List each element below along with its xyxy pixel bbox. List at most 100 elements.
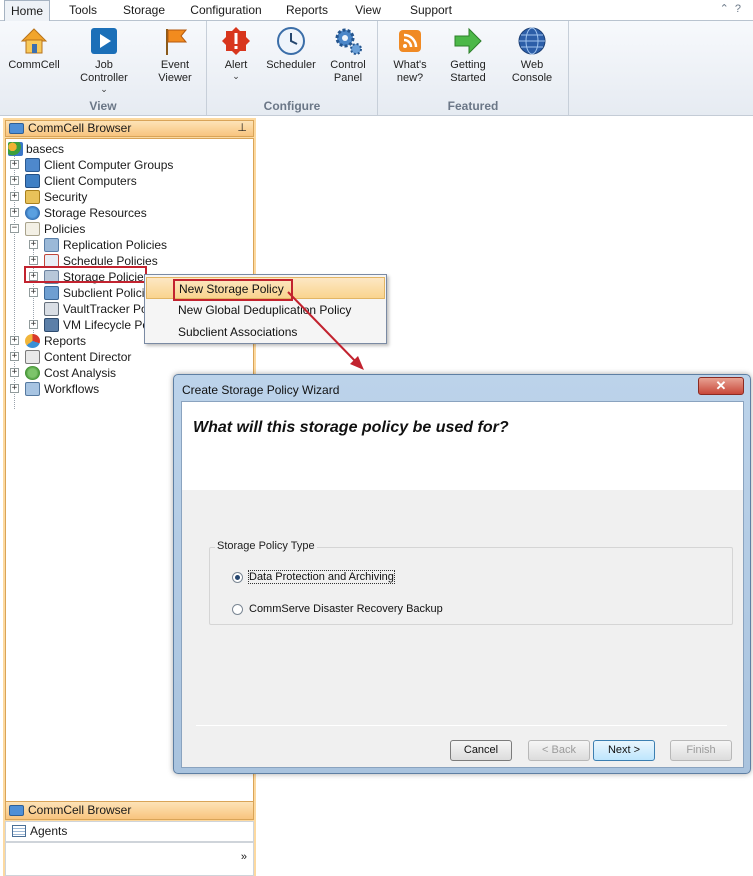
tab-tools[interactable]: Tools bbox=[60, 0, 106, 21]
expand-icon[interactable]: + bbox=[10, 384, 19, 393]
whats-new-button[interactable]: What's new? bbox=[382, 25, 438, 85]
subclient-icon bbox=[44, 286, 59, 300]
browser-icon bbox=[9, 805, 24, 816]
job-controller-label: Job Controller bbox=[80, 59, 128, 84]
close-icon[interactable]: ✕ bbox=[698, 377, 744, 395]
expand-icon[interactable]: + bbox=[10, 336, 19, 345]
back-button[interactable]: < Back bbox=[528, 740, 590, 761]
play-icon bbox=[91, 28, 117, 54]
ribbon: CommCell Job Controller ⌄ Event Viewer V… bbox=[0, 21, 753, 116]
tree-label: Reports bbox=[44, 334, 87, 348]
chevron-down-icon: ⌄ bbox=[232, 71, 240, 81]
event-viewer-button[interactable]: Event Viewer bbox=[144, 25, 206, 85]
create-storage-policy-wizard: Create Storage Policy Wizard ✕ What will… bbox=[173, 374, 751, 774]
commcell-button[interactable]: CommCell bbox=[4, 25, 64, 72]
commcell-icon bbox=[8, 142, 23, 156]
radio-label: Data Protection and Archiving bbox=[248, 570, 395, 584]
nav-commcell-browser[interactable]: CommCell Browser bbox=[5, 801, 254, 820]
tree-label: basecs bbox=[26, 142, 65, 156]
wizard-header: What will this storage policy be used fo… bbox=[182, 402, 743, 490]
getting-started-label: Getting Started bbox=[450, 59, 486, 84]
tree-label: Replication Policies bbox=[63, 238, 168, 252]
tab-view[interactable]: View bbox=[346, 0, 390, 21]
arrow-right-icon bbox=[454, 27, 482, 55]
storage-policy-type-group: Storage Policy Type Data Protection and … bbox=[209, 540, 733, 625]
pin-icon[interactable]: ⊥ bbox=[237, 121, 247, 136]
replication-icon bbox=[44, 238, 59, 252]
nav-agents[interactable]: Agents bbox=[5, 821, 254, 842]
featured-group-label: Featured bbox=[447, 99, 499, 113]
cost-icon bbox=[25, 366, 40, 380]
alert-icon bbox=[222, 27, 250, 55]
clock-icon bbox=[277, 27, 305, 55]
tree-label: Content Director bbox=[44, 350, 132, 364]
expand-icon[interactable]: + bbox=[10, 208, 19, 217]
home-icon bbox=[20, 28, 48, 54]
expand-icon[interactable]: + bbox=[29, 240, 38, 249]
tree-label: Security bbox=[44, 190, 88, 204]
tree-label: Policies bbox=[44, 222, 86, 236]
table-icon bbox=[12, 825, 26, 837]
nav-label: CommCell Browser bbox=[28, 803, 132, 817]
tree-label: Subclient Policies bbox=[63, 286, 158, 300]
expand-icon[interactable]: + bbox=[29, 256, 38, 265]
flag-icon bbox=[166, 29, 188, 55]
globe-icon bbox=[518, 27, 546, 55]
web-console-label: Web Console bbox=[511, 59, 553, 84]
expand-icon[interactable]: + bbox=[29, 288, 38, 297]
ribbon-collapse-icon[interactable]: ⌃? bbox=[720, 2, 747, 15]
tab-reports[interactable]: Reports bbox=[280, 0, 334, 21]
radio-label: CommServe Disaster Recovery Backup bbox=[249, 603, 443, 615]
radio-selected-icon[interactable] bbox=[232, 572, 243, 583]
browser-icon bbox=[9, 123, 24, 134]
alert-button[interactable]: Alert ⌄ bbox=[211, 25, 261, 81]
job-controller-button[interactable]: Job Controller ⌄ bbox=[66, 25, 142, 94]
expand-icon[interactable]: + bbox=[10, 352, 19, 361]
next-button[interactable]: Next > bbox=[593, 740, 655, 761]
view-group-label: View bbox=[89, 99, 117, 113]
commcell-label: CommCell bbox=[8, 59, 60, 71]
policy-icon bbox=[25, 222, 40, 236]
expand-icon[interactable]: + bbox=[29, 320, 38, 329]
storage-icon bbox=[25, 206, 40, 220]
workflow-icon bbox=[25, 382, 40, 396]
gear-icon bbox=[335, 28, 362, 55]
tree-label: Cost Analysis bbox=[44, 366, 117, 380]
expand-icon[interactable]: + bbox=[10, 160, 19, 169]
expand-icon[interactable]: + bbox=[10, 176, 19, 185]
nav-overflow: » bbox=[5, 842, 254, 876]
vm-icon bbox=[44, 318, 59, 332]
rss-icon bbox=[399, 30, 421, 52]
nav-label: Agents bbox=[30, 824, 68, 838]
expand-icon[interactable]: + bbox=[10, 368, 19, 377]
computer-group-icon bbox=[25, 158, 40, 172]
tree-label: Client Computer Groups bbox=[44, 158, 174, 172]
configure-group-label: Configure bbox=[263, 99, 321, 113]
chevron-double-down-icon[interactable]: » bbox=[241, 851, 247, 863]
wizard-question: What will this storage policy be used fo… bbox=[193, 419, 509, 436]
annotation-arrow bbox=[287, 291, 364, 370]
getting-started-button[interactable]: Getting Started bbox=[440, 25, 496, 85]
tab-home[interactable]: Home bbox=[4, 0, 50, 22]
scheduler-button[interactable]: Scheduler bbox=[263, 25, 319, 72]
ribbon-group-configure: Alert ⌄ Scheduler Control Panel Configur… bbox=[207, 21, 378, 115]
finish-button[interactable]: Finish bbox=[670, 740, 732, 761]
radio-unselected-icon[interactable] bbox=[232, 604, 243, 615]
divider bbox=[196, 725, 727, 726]
tree-label: Storage Resources bbox=[44, 206, 147, 220]
tab-configuration[interactable]: Configuration bbox=[184, 0, 268, 21]
lock-icon bbox=[25, 190, 40, 204]
tab-storage[interactable]: Storage bbox=[116, 0, 172, 21]
vault-icon bbox=[44, 302, 59, 316]
computer-icon bbox=[25, 174, 40, 188]
whats-new-label: What's new? bbox=[393, 59, 427, 84]
control-panel-button[interactable]: Control Panel bbox=[321, 25, 375, 85]
pie-chart-icon bbox=[25, 334, 40, 348]
collapse-icon[interactable]: − bbox=[10, 224, 19, 233]
ribbon-tab-bar: Home Tools Storage Configuration Reports… bbox=[0, 0, 753, 22]
tab-support[interactable]: Support bbox=[402, 0, 460, 21]
web-console-button[interactable]: Web Console bbox=[502, 25, 562, 85]
expand-icon[interactable]: + bbox=[10, 192, 19, 201]
cancel-button[interactable]: Cancel bbox=[450, 740, 512, 761]
commcell-browser-header: CommCell Browser ⊥ bbox=[5, 120, 254, 137]
